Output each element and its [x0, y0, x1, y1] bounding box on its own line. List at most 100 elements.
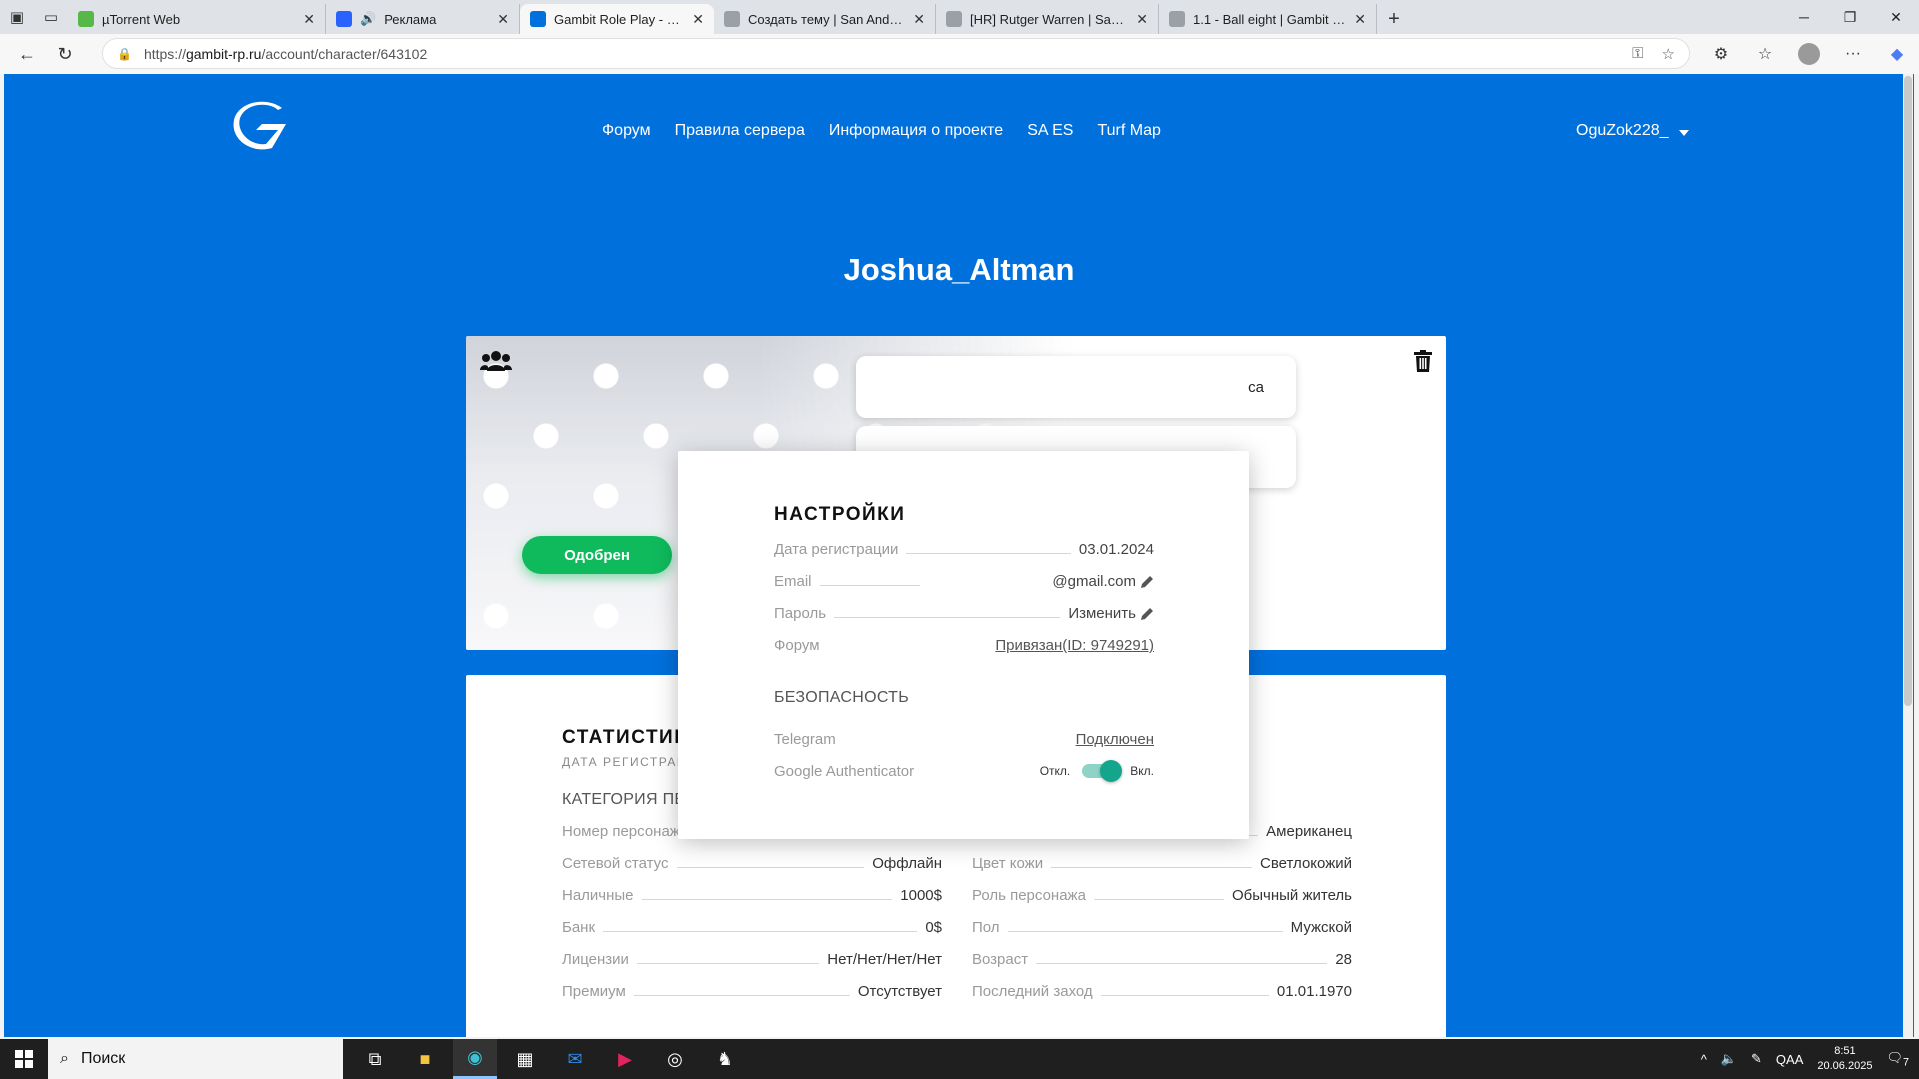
- pencil-icon[interactable]: [1140, 575, 1154, 589]
- stat-row: Премиум Отсутствует: [562, 983, 942, 1015]
- tab-close-icon[interactable]: ✕: [913, 11, 925, 28]
- url-path: /account/character/643102: [261, 45, 428, 62]
- email-label: Email: [774, 573, 812, 590]
- forum-link[interactable]: Привязан(ID: 9749291): [995, 637, 1154, 654]
- tab-favicon-icon: [530, 11, 546, 27]
- tab-close-icon[interactable]: ✕: [497, 11, 509, 28]
- clock[interactable]: 8:51 20.06.2025: [1817, 1044, 1872, 1074]
- key-icon[interactable]: ⚿: [1632, 45, 1643, 63]
- nav-link[interactable]: SA ES: [1027, 122, 1073, 140]
- category-second-rows: НациональностьАмериканецЦвет кожиСветлок…: [972, 823, 1352, 1015]
- volume-icon[interactable]: 🔈: [1721, 1051, 1737, 1067]
- maximize-button[interactable]: ❐: [1827, 0, 1873, 34]
- pencil-icon: [1141, 607, 1153, 620]
- file-explorer-icon[interactable]: ■: [403, 1039, 447, 1079]
- pen-icon[interactable]: ✎: [1751, 1051, 1762, 1067]
- stat-label: Банк: [562, 919, 596, 936]
- user-menu[interactable]: OguZok228_: [1576, 122, 1689, 140]
- nav-link[interactable]: Правила сервера: [675, 122, 805, 140]
- scrollbar-thumb[interactable]: [1904, 76, 1912, 706]
- stat-row: Возраст 28: [972, 951, 1352, 983]
- game-app-icon[interactable]: ♞: [703, 1039, 747, 1079]
- stat-value: 0$: [925, 919, 942, 936]
- minimize-button[interactable]: ─: [1781, 0, 1827, 34]
- task-view-icon[interactable]: ⧉: [353, 1039, 397, 1079]
- tab-close-icon[interactable]: ✕: [692, 11, 704, 28]
- tab-favicon-icon: [1169, 11, 1185, 27]
- telegram-label: Telegram: [774, 730, 836, 748]
- system-tray: ^ 🔈 ✎ QAA 8:51 20.06.2025 🗨7: [1701, 1039, 1919, 1079]
- stat-value: 1000$: [900, 887, 942, 904]
- tab-title: 1.1 - Ball eight | Gambit Role Play: [1193, 11, 1346, 27]
- action-button-1[interactable]: ca: [856, 356, 1296, 418]
- media-player-icon[interactable]: ▶: [603, 1039, 647, 1079]
- google-auth-row: Google Authenticator Откл. Вкл.: [774, 755, 1154, 787]
- store-icon[interactable]: ▦: [503, 1039, 547, 1079]
- outlook-icon[interactable]: ✉: [553, 1039, 597, 1079]
- workspaces-icon[interactable]: ▣: [0, 0, 34, 34]
- search-icon: ⌕: [60, 1050, 69, 1067]
- google-auth-toggle[interactable]: [1082, 760, 1123, 782]
- windows-taskbar: ⌕ Поиск ⧉ ■ ◉ ▦ ✉ ▶ ◎ ♞ ^ 🔈 ✎ QAA 8:51 2…: [0, 1039, 1919, 1079]
- more-menu-icon[interactable]: ···: [1831, 45, 1875, 63]
- edge-icon[interactable]: ◉: [453, 1039, 497, 1079]
- settings-rows: Дата регистрации 03.01.2024 Email @gmail…: [774, 541, 1154, 669]
- browser-tab[interactable]: 🔊 Реклама ✕: [326, 4, 520, 34]
- favorite-star-icon[interactable]: ☆: [1662, 45, 1675, 63]
- steam-icon[interactable]: ◎: [653, 1039, 697, 1079]
- tab-close-icon[interactable]: ✕: [303, 11, 315, 28]
- back-button[interactable]: ←: [8, 37, 46, 71]
- tab-close-icon[interactable]: ✕: [1354, 11, 1366, 28]
- new-tab-button[interactable]: +: [1377, 4, 1411, 34]
- tab-list: µTorrent Web ✕ 🔊 Реклама ✕ Gambit Role Play -…: [68, 0, 1377, 34]
- extensions-icon[interactable]: ⚙: [1699, 44, 1743, 64]
- toggle-off-label: Откл.: [1039, 764, 1071, 778]
- leader-line: [641, 890, 893, 900]
- speaker-icon[interactable]: 🔊: [360, 11, 376, 27]
- tab-actions-icon[interactable]: ▭: [34, 0, 68, 34]
- browser-tab[interactable]: µTorrent Web ✕: [68, 4, 326, 34]
- gambit-logo-icon[interactable]: [232, 100, 292, 152]
- clock-time: 8:51: [1834, 1045, 1856, 1057]
- stat-row: Роль персонажа Обычный житель: [972, 887, 1352, 919]
- nav-link[interactable]: Информация о проекте: [829, 122, 1003, 140]
- address-bar[interactable]: 🔒 https://gambit-rp.ru/account/character…: [102, 38, 1690, 69]
- notifications-icon[interactable]: 🗨7: [1886, 1050, 1909, 1069]
- stat-value: Светлокожий: [1260, 855, 1352, 872]
- copilot-icon[interactable]: ◆: [1875, 44, 1919, 64]
- password-change-label: Изменить: [1068, 605, 1136, 622]
- telegram-link[interactable]: Подключен: [1076, 731, 1154, 748]
- favorites-icon[interactable]: ☆: [1743, 44, 1787, 64]
- reg-date-label: Дата регистрации: [774, 541, 899, 558]
- leader-line: [1007, 922, 1283, 932]
- profile-icon[interactable]: [1787, 43, 1831, 65]
- settings-modal: НАСТРОЙКИ Дата регистрации 03.01.2024 Em…: [678, 451, 1249, 839]
- password-row: Пароль Изменить: [774, 605, 1154, 637]
- group-icon[interactable]: [480, 350, 512, 372]
- email-row: Email @gmail.com: [774, 573, 1154, 605]
- tab-close-icon[interactable]: ✕: [1136, 11, 1148, 28]
- close-window-button[interactable]: ✕: [1873, 0, 1919, 34]
- taskbar-search[interactable]: ⌕ Поиск: [48, 1039, 343, 1079]
- password-change-button[interactable]: Изменить: [1068, 605, 1154, 622]
- clock-date: 20.06.2025: [1817, 1060, 1873, 1072]
- chevron-up-icon[interactable]: ^: [1701, 1052, 1707, 1067]
- stat-value: Оффлайн: [872, 855, 942, 872]
- browser-tab[interactable]: Gambit Role Play - Игровой проект ✕: [520, 4, 714, 34]
- tab-title: Gambit Role Play - Игровой проект: [554, 11, 684, 27]
- nav-link[interactable]: Форум: [602, 122, 651, 140]
- action-button-1-label: ca: [1248, 378, 1264, 396]
- browser-tab[interactable]: [HR] Rutger Warren | San Andreas ✕: [936, 4, 1159, 34]
- trash-icon[interactable]: [1414, 350, 1432, 372]
- page-scrollbar[interactable]: [1903, 74, 1913, 1037]
- nav-link[interactable]: Turf Map: [1097, 122, 1160, 140]
- leader-line: [1036, 954, 1328, 964]
- browser-tab[interactable]: Создать тему | San Andreas Emergency ✕: [714, 4, 936, 34]
- browser-tab[interactable]: 1.1 - Ball eight | Gambit Role Play ✕: [1159, 4, 1377, 34]
- email-value-wrap[interactable]: @gmail.com: [1052, 573, 1154, 590]
- leader-line: [676, 858, 865, 868]
- start-button[interactable]: [0, 1039, 48, 1079]
- language-indicator[interactable]: QAA: [1776, 1052, 1803, 1067]
- refresh-button[interactable]: ↻: [46, 37, 84, 71]
- leader-line: [1093, 890, 1224, 900]
